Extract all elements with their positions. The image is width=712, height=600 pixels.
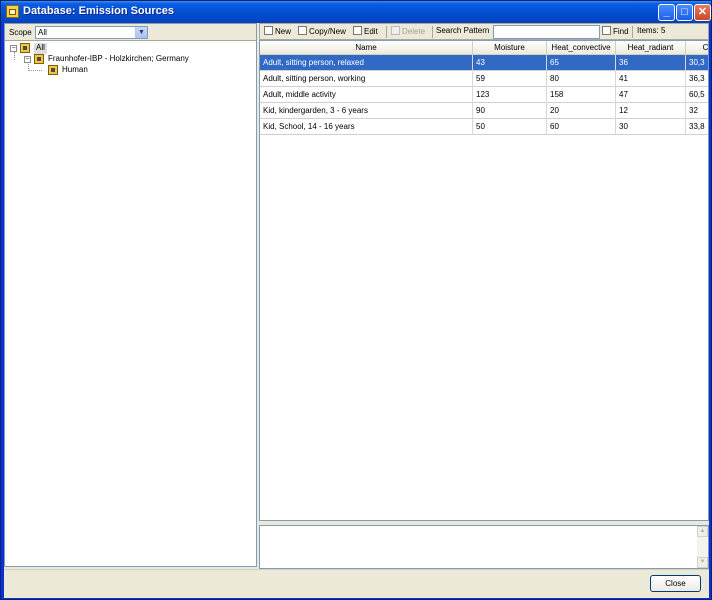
tree-panel: Scope All ▼ − All − Fraunhofer-IBP - Hol… <box>4 23 257 567</box>
column-header-heat-convective[interactable]: Heat_convective <box>547 41 616 55</box>
cell-name: Adult, middle activity <box>260 87 473 103</box>
column-header-name[interactable]: Name <box>260 41 473 55</box>
tree-node-fraunhofer[interactable]: Fraunhofer-IBP - Holzkirchen; Germany <box>48 54 189 65</box>
find-button[interactable]: Find <box>602 26 629 38</box>
delete-icon <box>391 26 400 35</box>
cell-heat-radiant: 30 <box>616 119 686 135</box>
cell-heat-convective: 60 <box>547 119 616 135</box>
table-row[interactable]: Kid, School, 14 - 16 years 50 60 30 33,8 <box>260 119 708 135</box>
cell-heat-radiant: 41 <box>616 71 686 87</box>
cell-c: 30,3 <box>686 55 708 71</box>
tree-connector <box>14 52 15 60</box>
copy-icon <box>298 26 307 35</box>
binoculars-icon <box>602 26 611 35</box>
new-label: New <box>275 27 292 36</box>
close-button[interactable]: Close <box>650 575 701 592</box>
close-window-button[interactable]: ✕ <box>694 4 711 21</box>
cell-heat-convective: 20 <box>547 103 616 119</box>
scroll-down-icon[interactable]: ▼ <box>697 557 708 568</box>
cell-moisture: 50 <box>473 119 547 135</box>
delete-button[interactable]: Delete <box>391 26 425 38</box>
cell-c: 60,5 <box>686 87 708 103</box>
cell-name: Adult, sitting person, working <box>260 71 473 87</box>
emission-sources-window: Database: Emission Sources _ □ ✕ Scope A… <box>0 0 712 600</box>
scope-dropdown[interactable]: All ▼ <box>35 26 148 39</box>
database-icon <box>20 43 30 53</box>
new-document-icon <box>264 26 273 35</box>
scope-label: Scope <box>9 28 32 37</box>
cell-heat-radiant: 47 <box>616 87 686 103</box>
toolbar: New Copy/New Edit Delete Search Pattern … <box>259 23 709 40</box>
window-title: Database: Emission Sources <box>23 5 175 17</box>
cell-moisture: 90 <box>473 103 547 119</box>
tree-collapse-toggle[interactable]: − <box>24 56 31 63</box>
cell-moisture: 123 <box>473 87 547 103</box>
toolbar-separator <box>386 26 387 38</box>
find-label: Find <box>613 27 629 36</box>
database-icon <box>48 65 58 75</box>
grid-header: Name Moisture Heat_convective Heat_radia… <box>260 41 708 55</box>
cell-heat-radiant: 36 <box>616 55 686 71</box>
scope-bar: Scope All ▼ <box>5 24 256 41</box>
scope-selected-value: All <box>38 28 47 37</box>
table-row[interactable]: Adult, sitting person, relaxed 43 65 36 … <box>260 55 708 71</box>
table-row[interactable]: Kid, kindergarden, 3 - 6 years 90 20 12 … <box>260 103 708 119</box>
new-button[interactable]: New <box>264 26 291 38</box>
table-row[interactable]: Adult, middle activity 123 158 47 60,5 <box>260 87 708 103</box>
button-bar: Close <box>4 569 709 598</box>
cell-c: 32 <box>686 103 708 119</box>
edit-button[interactable]: Edit <box>353 26 378 38</box>
tree-connector <box>28 70 42 71</box>
chevron-down-icon[interactable]: ▼ <box>135 27 147 38</box>
app-database-icon <box>6 5 19 18</box>
tree-node-all[interactable]: All <box>34 43 47 54</box>
minimize-button[interactable]: _ <box>658 4 675 21</box>
client-area: Scope All ▼ − All − Fraunhofer-IBP - Hol… <box>4 23 709 598</box>
edit-label: Edit <box>364 27 378 36</box>
cell-heat-convective: 80 <box>547 71 616 87</box>
column-header-heat-radiant[interactable]: Heat_radiant <box>616 41 686 55</box>
cell-moisture: 43 <box>473 55 547 71</box>
maximize-button[interactable]: □ <box>676 4 693 21</box>
search-input[interactable] <box>493 25 600 39</box>
cell-heat-convective: 158 <box>547 87 616 103</box>
column-header-moisture[interactable]: Moisture <box>473 41 547 55</box>
vertical-scrollbar[interactable]: ▲ ▼ <box>697 526 708 568</box>
cell-name: Kid, kindergarden, 3 - 6 years <box>260 103 473 119</box>
search-pattern-label: Search Pattern <box>436 26 490 35</box>
column-header-c[interactable]: C <box>686 41 708 55</box>
cell-heat-radiant: 12 <box>616 103 686 119</box>
database-tree: − All − Fraunhofer-IBP - Holzkirchen; Ge… <box>5 41 256 566</box>
records-grid[interactable]: Name Moisture Heat_convective Heat_radia… <box>259 40 709 521</box>
description-box[interactable]: ▲ ▼ <box>259 525 709 569</box>
cell-moisture: 59 <box>473 71 547 87</box>
edit-icon <box>353 26 362 35</box>
tree-node-human[interactable]: Human <box>62 65 88 76</box>
records-panel: New Copy/New Edit Delete Search Pattern … <box>259 23 709 569</box>
cell-c: 36,3 <box>686 71 708 87</box>
copy-new-button[interactable]: Copy/New <box>298 26 346 38</box>
toolbar-separator <box>632 26 633 38</box>
database-icon <box>34 54 44 64</box>
toolbar-separator <box>432 26 433 38</box>
copy-new-label: Copy/New <box>309 27 346 36</box>
cell-name: Adult, sitting person, relaxed <box>260 55 473 71</box>
cell-heat-convective: 65 <box>547 55 616 71</box>
scroll-up-icon[interactable]: ▲ <box>697 526 708 537</box>
title-bar[interactable]: Database: Emission Sources _ □ ✕ <box>1 1 711 23</box>
cell-c: 33,8 <box>686 119 708 135</box>
cell-name: Kid, School, 14 - 16 years <box>260 119 473 135</box>
delete-label: Delete <box>402 27 426 36</box>
table-row[interactable]: Adult, sitting person, working 59 80 41 … <box>260 71 708 87</box>
items-count: Items: 5 <box>637 26 666 35</box>
tree-collapse-toggle[interactable]: − <box>10 45 17 52</box>
